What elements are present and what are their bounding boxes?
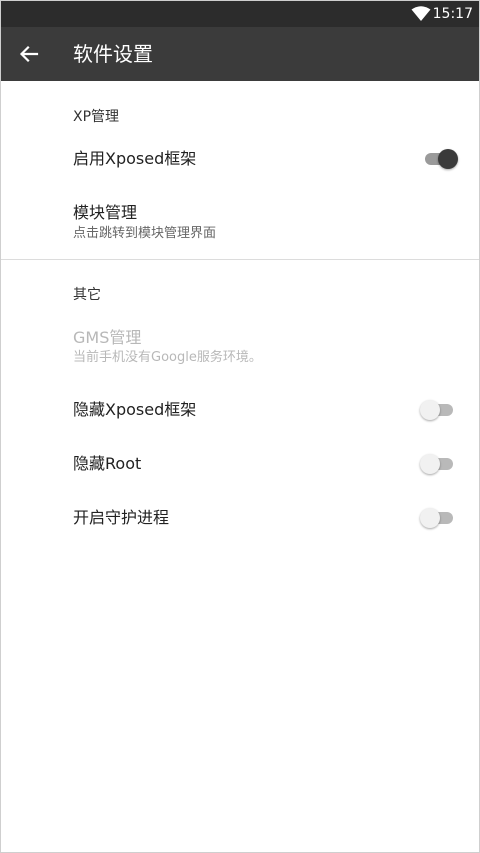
module-manage-row[interactable]: 模块管理 点击跳转到模块管理界面 [1, 191, 479, 253]
section-divider [1, 259, 479, 260]
settings-screen: 15:17 软件设置 XP管理 启用Xposed框架 模块管理 点击跳转到模块管… [0, 0, 480, 853]
app-bar: 软件设置 [1, 27, 479, 81]
switch-thumb [420, 454, 440, 474]
daemon-label: 开启守护进程 [73, 508, 170, 527]
gms-manage-summary: 当前手机没有Google服务环境。 [73, 350, 262, 365]
gms-manage-label: GMS管理 [73, 328, 142, 347]
module-manage-label: 模块管理 [73, 203, 138, 222]
hide-xposed-row[interactable]: 隐藏Xposed框架 [1, 387, 479, 433]
enable-xposed-label: 启用Xposed框架 [73, 149, 197, 168]
daemon-row[interactable]: 开启守护进程 [1, 495, 479, 541]
hide-root-row[interactable]: 隐藏Root [1, 441, 479, 487]
switch-thumb [420, 400, 440, 420]
status-bar: 15:17 [1, 1, 479, 27]
switch-thumb [438, 149, 458, 169]
module-manage-summary: 点击跳转到模块管理界面 [73, 226, 217, 241]
page-title: 软件设置 [73, 42, 153, 66]
wifi-icon [411, 6, 431, 21]
hide-xposed-switch[interactable] [420, 400, 453, 420]
section-header-xp: XP管理 [73, 109, 120, 125]
gms-manage-row: GMS管理 当前手机没有Google服务环境。 [1, 317, 479, 373]
enable-xposed-row[interactable]: 启用Xposed框架 [1, 137, 479, 183]
daemon-switch[interactable] [420, 508, 453, 528]
section-header-other: 其它 [73, 287, 101, 303]
status-time: 15:17 [432, 6, 473, 22]
hide-xposed-label: 隐藏Xposed框架 [73, 400, 197, 419]
hide-root-label: 隐藏Root [73, 454, 142, 473]
arrow-left-icon [19, 45, 39, 63]
hide-root-switch[interactable] [420, 454, 453, 474]
switch-thumb [420, 508, 440, 528]
enable-xposed-switch[interactable] [425, 149, 458, 169]
back-button[interactable] [13, 38, 45, 70]
